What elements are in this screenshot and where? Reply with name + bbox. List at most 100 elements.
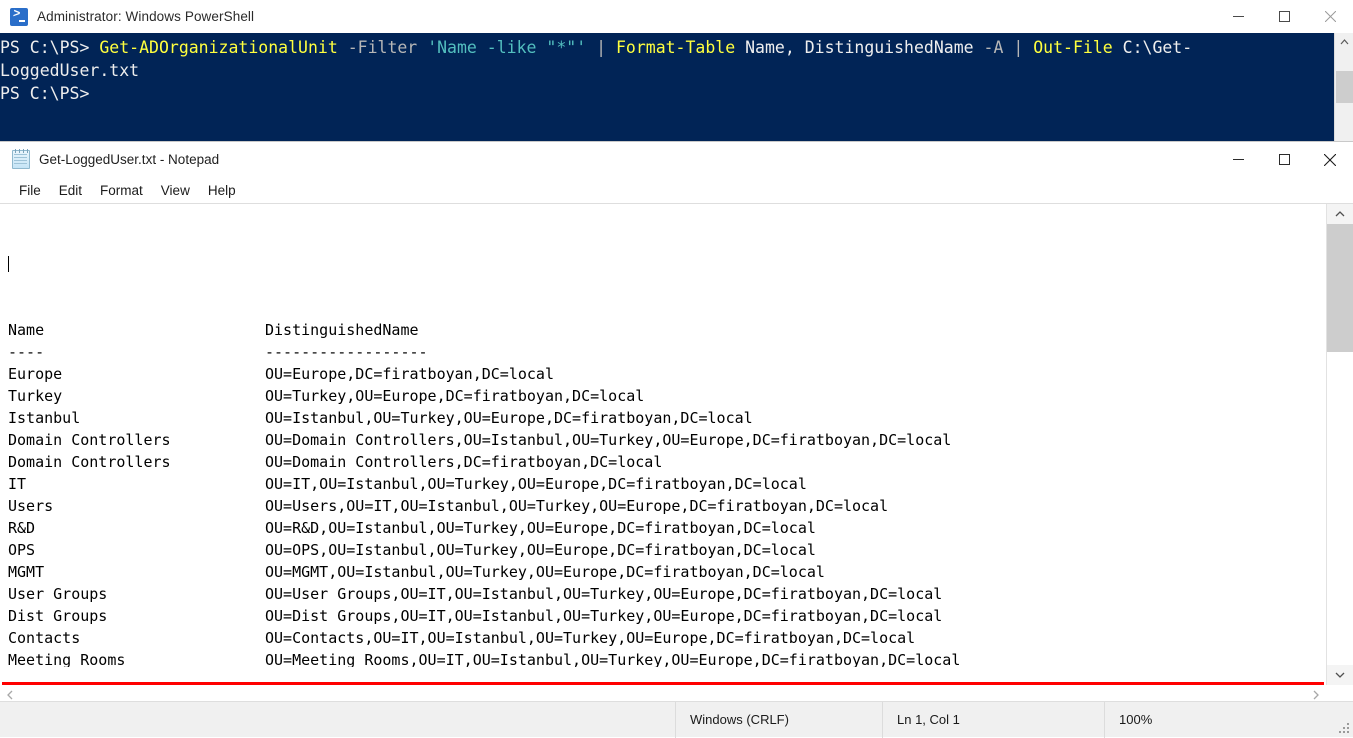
statusbar-zoom-level: 100%: [1104, 701, 1304, 738]
cell-name: Dist Groups: [8, 607, 108, 625]
console-text: -Filter: [347, 38, 418, 57]
cell-distinguishedname: OU=Turkey,OU=Europe,DC=firatboyan,DC=loc…: [265, 387, 645, 405]
powershell-vertical-scrollbar[interactable]: [1334, 33, 1353, 141]
powershell-window: Administrator: Windows PowerShell PS C:\…: [0, 0, 1353, 141]
console-text: PS C:\PS>: [0, 84, 90, 103]
scroll-up-icon[interactable]: [1327, 204, 1353, 224]
table-row: Users OU=Users,OU=IT,OU=Istanbul,OU=Turke…: [8, 495, 1325, 517]
notepad-vertical-scrollbar[interactable]: [1326, 204, 1353, 685]
cell-distinguishedname: OU=IT,OU=Istanbul,OU=Turkey,OU=Europe,DC…: [265, 475, 807, 493]
table-row: Istanbul OU=Istanbul,OU=Turkey,OU=Europe,…: [8, 407, 1325, 429]
table-header-row: Name DistinguishedName: [8, 319, 1325, 341]
menu-format[interactable]: Format: [91, 181, 152, 200]
cell-name: Europe: [8, 365, 63, 383]
console-text: Format-Table: [615, 38, 736, 57]
statusbar-cursor-position: Ln 1, Col 1: [882, 701, 1104, 738]
console-line: PS C:\PS> Get-ADOrganizationalUnit -Filt…: [0, 36, 1353, 59]
table-row: Contacts OU=Contacts,OU=IT,OU=Istanbul,OU…: [8, 627, 1325, 649]
scroll-up-icon[interactable]: [1335, 33, 1353, 51]
cell-distinguishedname: OU=MGMT,OU=Istanbul,OU=Turkey,OU=Europe,…: [265, 563, 825, 581]
cell-name: Domain Controllers: [8, 453, 171, 471]
notepad-title: Get-LoggedUser.txt - Notepad: [39, 152, 220, 167]
notepad-text-area[interactable]: Name DistinguishedName ---- ---------------…: [0, 204, 1325, 667]
menu-help[interactable]: Help: [199, 181, 245, 200]
menu-view[interactable]: View: [152, 181, 199, 200]
cell-name: Istanbul: [8, 409, 81, 427]
cell-distinguishedname: DistinguishedName: [265, 321, 419, 339]
cell-name: Meeting Rooms: [8, 651, 126, 667]
maximize-button[interactable]: [1261, 0, 1307, 33]
cell-distinguishedname: OU=R&D,OU=Istanbul,OU=Turkey,OU=Europe,D…: [265, 519, 816, 537]
table-row: User Groups OU=User Groups,OU=IT,OU=Istan…: [8, 583, 1325, 605]
console-text: 'Name -like "*"': [427, 38, 587, 57]
console-line: PS C:\PS>: [0, 82, 1353, 105]
cell-distinguishedname: OU=Domain Controllers,OU=Istanbul,OU=Tur…: [265, 431, 952, 449]
console-text: Get-ADOrganizationalUnit: [99, 38, 338, 57]
cell-distinguishedname: OU=Users,OU=IT,OU=Istanbul,OU=Turkey,OU=…: [265, 497, 889, 515]
scroll-down-icon[interactable]: [1327, 665, 1353, 685]
console-text: Name,: [735, 38, 795, 57]
table-row: Domain Controllers OU=Domain Controllers,…: [8, 429, 1325, 451]
cell-name: ----: [8, 343, 45, 361]
notepad-window-controls: [1215, 142, 1353, 177]
cell-distinguishedname: ------------------: [265, 343, 428, 361]
notepad-editor-frame: Name DistinguishedName ---- ---------------…: [0, 203, 1353, 708]
cell-distinguishedname: OU=OPS,OU=Istanbul,OU=Turkey,OU=Europe,D…: [265, 541, 816, 559]
cell-distinguishedname: OU=Istanbul,OU=Turkey,OU=Europe,DC=firat…: [265, 409, 753, 427]
cell-name: Turkey: [8, 387, 63, 405]
powershell-titlebar[interactable]: Administrator: Windows PowerShell: [0, 0, 1353, 33]
cell-name: MGMT: [8, 563, 45, 581]
table-row: OPS OU=OPS,OU=Istanbul,OU=Turkey,OU=Europ…: [8, 539, 1325, 561]
cell-distinguishedname: OU=Dist Groups,OU=IT,OU=Istanbul,OU=Turk…: [265, 607, 943, 625]
resize-grip-icon[interactable]: [1338, 722, 1350, 734]
notepad-menubar: File Edit Format View Help: [0, 177, 1353, 203]
table-row: Turkey OU=Turkey,OU=Europe,DC=firatboyan,…: [8, 385, 1325, 407]
cell-distinguishedname: OU=User Groups,OU=IT,OU=Istanbul,OU=Turk…: [265, 585, 943, 603]
cell-name: Contacts: [8, 629, 81, 647]
notepad-titlebar[interactable]: Get-LoggedUser.txt - Notepad: [0, 142, 1353, 177]
powershell-title: Administrator: Windows PowerShell: [37, 9, 255, 24]
cell-name: Name: [8, 321, 45, 339]
cell-distinguishedname: OU=Europe,DC=firatboyan,DC=local: [265, 365, 554, 383]
table-row: Europe OU=Europe,DC=firatboyan,DC=local: [8, 363, 1325, 385]
powershell-icon: [10, 7, 28, 26]
text-caret: [8, 256, 9, 272]
maximize-button[interactable]: [1261, 142, 1307, 177]
console-text: |: [1013, 38, 1024, 57]
powershell-console-output[interactable]: PS C:\PS> Get-ADOrganizationalUnit -Filt…: [0, 33, 1353, 141]
cell-name: Users: [8, 497, 54, 515]
cell-name: Domain Controllers: [8, 431, 171, 449]
menu-edit[interactable]: Edit: [50, 181, 91, 200]
cell-name: IT: [8, 475, 27, 493]
console-text: DistinguishedName: [794, 38, 974, 57]
cell-name: R&D: [8, 519, 36, 537]
menu-file[interactable]: File: [10, 181, 50, 200]
notepad-scrollbar-thumb[interactable]: [1327, 224, 1353, 352]
table-row: R&D OU=R&D,OU=Istanbul,OU=Turkey,OU=Europ…: [8, 517, 1325, 539]
minimize-button[interactable]: [1215, 142, 1261, 177]
notepad-statusbar: Windows (CRLF) Ln 1, Col 1 100%: [0, 701, 1353, 738]
notepad-scrollbar-track[interactable]: [1327, 352, 1353, 665]
console-text: LoggedUser.txt: [0, 61, 140, 80]
notepad-window: Get-LoggedUser.txt - Notepad File Edit F…: [0, 141, 1353, 738]
console-text: |: [596, 38, 607, 57]
table-separator-row: ---- ------------------: [8, 341, 1325, 363]
minimize-button[interactable]: [1215, 0, 1261, 33]
cell-distinguishedname: OU=Domain Controllers,DC=firatboyan,DC=l…: [265, 453, 663, 471]
console-line: LoggedUser.txt: [0, 59, 1353, 82]
powershell-scrollbar-thumb[interactable]: [1336, 71, 1353, 103]
console-text: PS C:\PS>: [0, 38, 100, 57]
close-button[interactable]: [1307, 0, 1353, 33]
table-row: Dist Groups OU=Dist Groups,OU=IT,OU=Istan…: [8, 605, 1325, 627]
console-text: Out-File: [1033, 38, 1113, 57]
console-text: C:\Get-: [1112, 38, 1193, 57]
table-row: IT OU=IT,OU=Istanbul,OU=Turkey,OU=Europe,…: [8, 473, 1325, 495]
close-button[interactable]: [1307, 142, 1353, 177]
cell-name: User Groups: [8, 585, 108, 603]
